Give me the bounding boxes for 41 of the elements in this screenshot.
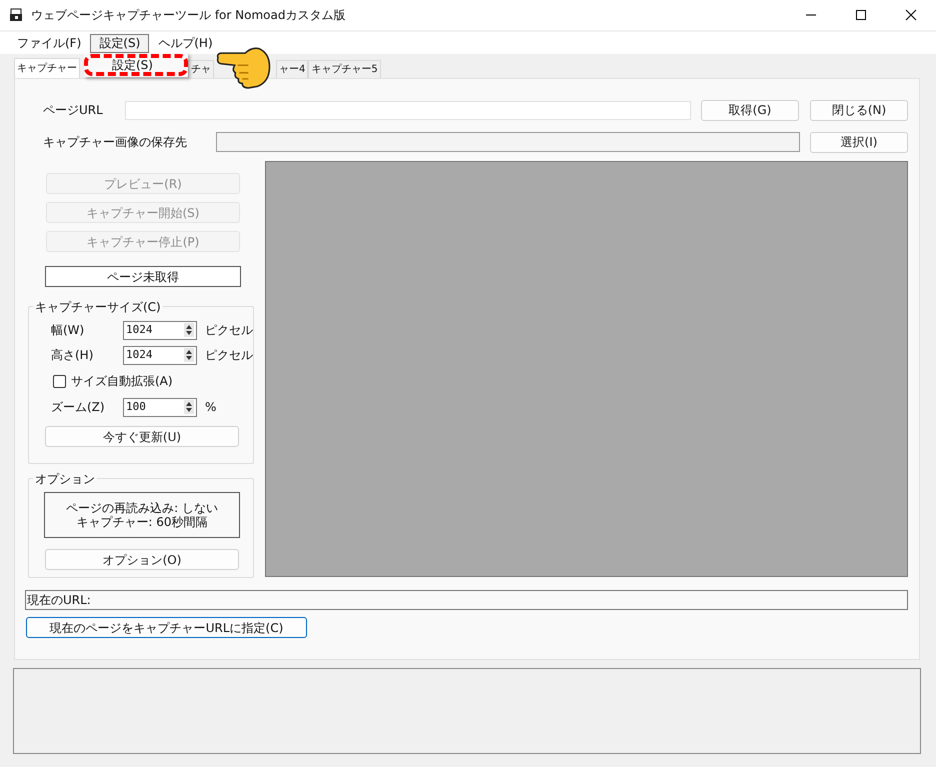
unit-label: ピクセル (205, 322, 253, 339)
update-button[interactable]: 今すぐ更新(U) (45, 426, 239, 447)
summary-text: キャプチャー: 60秒間隔 (76, 515, 208, 529)
unit-label: % (205, 399, 216, 416)
url-field[interactable] (125, 100, 691, 120)
field-label: 幅(W) (51, 322, 86, 339)
set-url-button[interactable]: 現在のページをキャプチャーURLに指定(C) (26, 617, 307, 638)
menu-item[interactable]: ファイル(F) (8, 34, 90, 52)
spin-field[interactable]: 100 (123, 398, 197, 416)
maximize-icon[interactable] (855, 9, 867, 21)
window-title: ウェブページキャプチャーツール for Nomoadカスタム版 (31, 7, 346, 24)
close-icon[interactable] (905, 9, 917, 21)
spinner-arrows-icon[interactable] (184, 323, 194, 337)
spinner-arrows-icon[interactable] (184, 400, 194, 414)
close-button[interactable]: 閉じる(N) (810, 100, 908, 120)
tab[interactable]: キャプチャー5 (308, 60, 381, 78)
checkbox-label: サイズ自動拡張(A) (71, 373, 173, 390)
status-text: ページ未取得 (45, 266, 241, 287)
app-icon (9, 8, 23, 22)
unit-label: ピクセル (205, 347, 253, 364)
menu-item[interactable]: ヘルプ(H) (149, 34, 222, 52)
summary-text: ページの再読み込み: しない (66, 501, 218, 515)
field-label: ズーム(Z) (51, 399, 106, 416)
current-url-field: 現在のURL: (25, 590, 908, 610)
spin-field[interactable]: 1024 (123, 320, 197, 340)
field-label: ページURL (43, 102, 104, 119)
select-button[interactable]: 選択(I) (810, 132, 908, 152)
save-path-field[interactable] (216, 132, 800, 152)
fetch-button[interactable]: 取得(G) (701, 100, 799, 120)
options-button[interactable]: オプション(O) (45, 549, 239, 570)
spinner-arrows-icon[interactable] (184, 348, 194, 362)
tab[interactable]: キャプチャー (14, 58, 80, 78)
field-label: 高さ(H) (51, 347, 94, 364)
menu-item[interactable]: 設定(S) (84, 54, 188, 76)
tab[interactable]: ャー4 (276, 60, 308, 78)
field-label: キャプチャー画像の保存先 (43, 134, 188, 151)
checkbox[interactable] (53, 374, 66, 388)
spin-field[interactable]: 1024 (123, 346, 197, 364)
menu-item[interactable]: 設定(S) (90, 34, 150, 52)
group-title: キャプチャーサイズ(C) (33, 298, 163, 316)
tab[interactable]: チャ (188, 60, 214, 78)
